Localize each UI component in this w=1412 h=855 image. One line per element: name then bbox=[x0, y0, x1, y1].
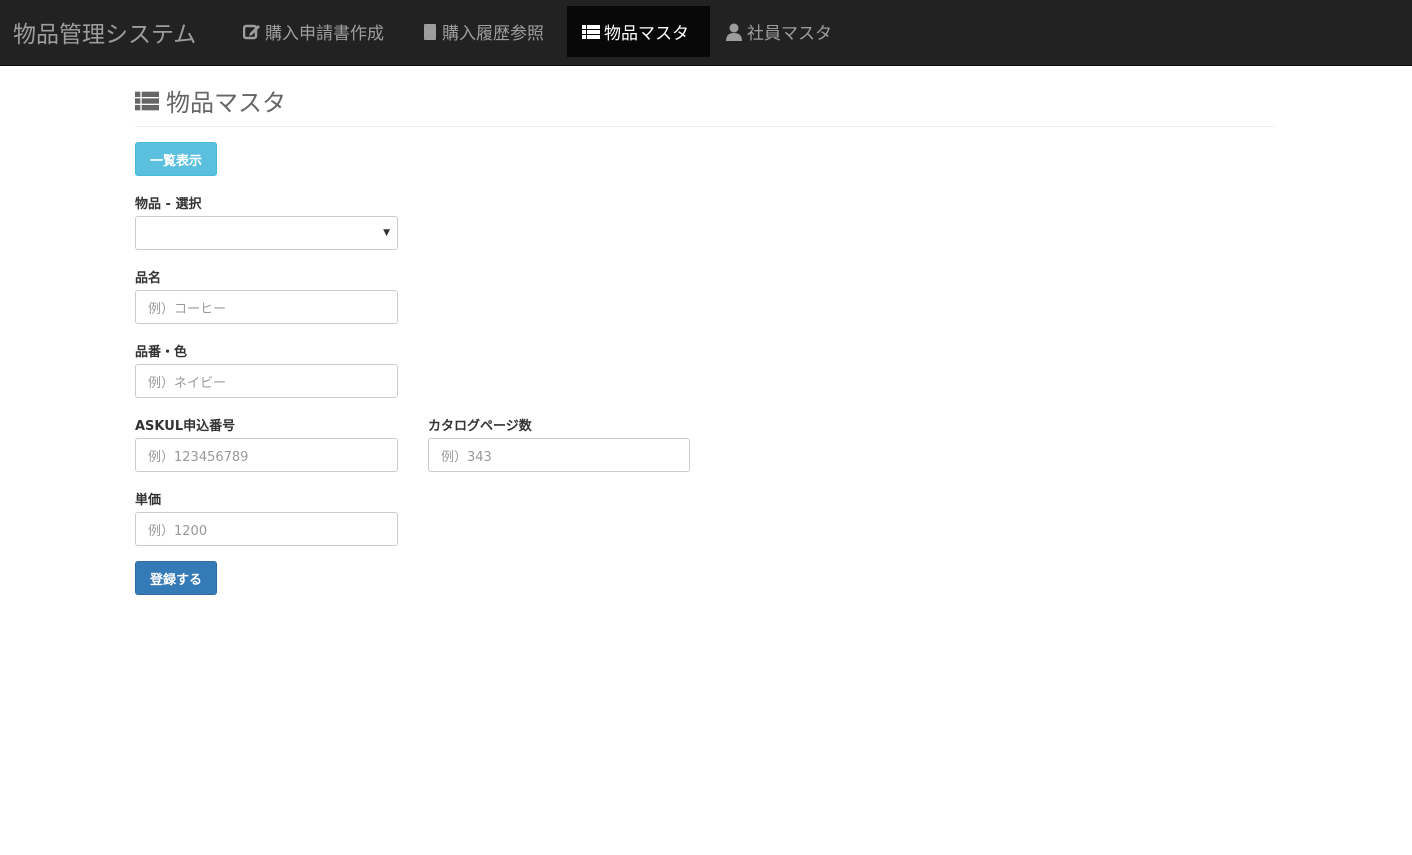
page-title-text: 物品マスタ bbox=[166, 89, 286, 117]
user-icon bbox=[726, 23, 742, 41]
price-label: 単価 bbox=[135, 493, 162, 508]
name-label: 品名 bbox=[135, 271, 162, 286]
askul-input[interactable]: 例）123456789 bbox=[135, 438, 398, 472]
edit-icon bbox=[243, 24, 260, 39]
page-title: 物品マスタ bbox=[135, 83, 286, 118]
nav-item-purchase-history[interactable]: 購入履歴参照 bbox=[407, 6, 559, 57]
list-icon bbox=[135, 91, 159, 110]
nav-label: 購入履歴参照 bbox=[442, 24, 544, 44]
color-input[interactable]: 例）ネイビー bbox=[135, 364, 398, 398]
navbar: 物品管理システム 購入申請書作成 購入履歴参照 物品マスタ 社員マスタ bbox=[0, 0, 1412, 66]
item-select[interactable]: ▼ bbox=[135, 216, 398, 250]
catalog-label: カタログページ数 bbox=[428, 419, 532, 434]
nav-label: 購入申請書作成 bbox=[265, 24, 384, 44]
nav-item-employee-master[interactable]: 社員マスタ bbox=[710, 6, 847, 57]
submit-button[interactable]: 登録する bbox=[135, 561, 217, 595]
nav-item-purchase-request[interactable]: 購入申請書作成 bbox=[228, 6, 399, 57]
divider bbox=[135, 126, 1275, 127]
nav-label: 社員マスタ bbox=[747, 24, 832, 44]
chevron-down-icon: ▼ bbox=[383, 228, 390, 238]
brand-link[interactable]: 物品管理システム bbox=[13, 15, 196, 49]
book-icon bbox=[424, 23, 436, 40]
name-input[interactable]: 例）コーヒー bbox=[135, 290, 398, 324]
askul-label: ASKUL申込番号 bbox=[135, 419, 236, 434]
color-label: 品番・色 bbox=[135, 345, 188, 360]
list-icon bbox=[582, 24, 600, 39]
nav-item-item-master[interactable]: 物品マスタ bbox=[567, 6, 710, 57]
price-input[interactable]: 例）1200 bbox=[135, 512, 398, 546]
catalog-input[interactable]: 例）343 bbox=[428, 438, 690, 472]
nav-label: 物品マスタ bbox=[604, 24, 689, 44]
item-select-label: 物品 - 選択 bbox=[135, 197, 202, 212]
list-view-button[interactable]: 一覧表示 bbox=[135, 142, 217, 176]
